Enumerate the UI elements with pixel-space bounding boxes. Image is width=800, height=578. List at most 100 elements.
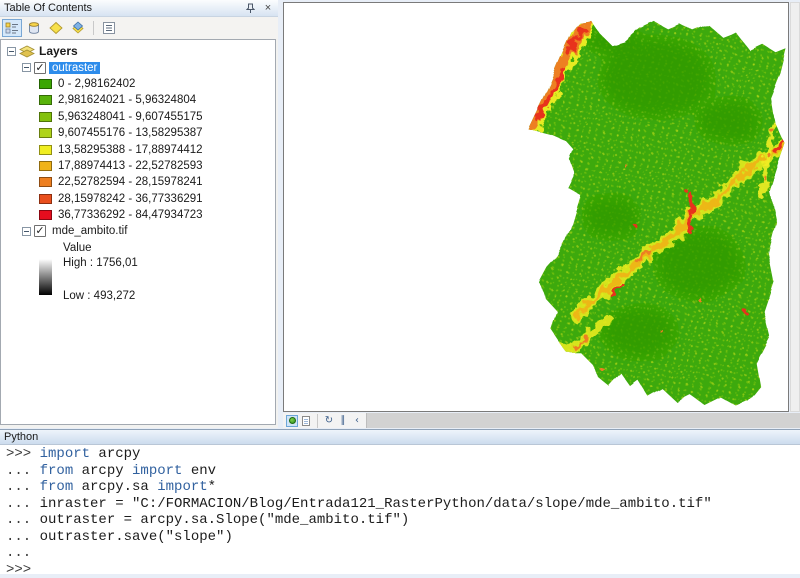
table-of-contents-panel: Table Of Contents × Layer <box>0 0 278 428</box>
outraster-layer-row[interactable]: ✓ outraster <box>1 59 275 75</box>
list-by-source-icon[interactable] <box>24 19 44 37</box>
python-code-line: ... outraster = arcpy.sa.Slope("mde_ambi… <box>6 512 800 529</box>
layers-group-row[interactable]: Layers <box>1 43 275 59</box>
ramp-high-label: High : 1756,01 <box>63 257 138 269</box>
class-range-label: 2,981624021 - 5,96324804 <box>58 94 196 106</box>
pause-drawing-icon[interactable]: ∥ <box>337 415 349 427</box>
legend-row[interactable]: 22,52782594 - 28,15978241 <box>1 174 275 190</box>
python-prompt: >>> <box>6 562 31 578</box>
page-icon <box>302 416 310 426</box>
code-token: outraster = arcpy.sa.Slope("mde_ambito.t… <box>40 512 410 528</box>
python-console[interactable]: >>> import arcpy... from arcpy import en… <box>0 445 800 574</box>
layout-view-button[interactable] <box>300 415 312 427</box>
python-prompt: ... <box>6 545 31 561</box>
map-view[interactable] <box>283 2 789 412</box>
class-range-label: 36,77336292 - 84,47934723 <box>58 209 203 221</box>
legend-row[interactable]: 0 - 2,98162402 <box>1 76 275 92</box>
class-color-swatch[interactable] <box>39 95 52 105</box>
class-range-label: 17,88974413 - 22,52782593 <box>58 160 203 172</box>
statusbar-separator <box>317 414 318 428</box>
list-by-drawing-order-icon[interactable] <box>2 19 22 37</box>
back-arrow-icon[interactable]: ‹ <box>351 415 363 427</box>
globe-icon <box>289 417 296 424</box>
python-prompt: ... <box>6 512 40 528</box>
python-code-line: ... from arcpy import env <box>6 463 800 480</box>
code-token: inraster = "C:/FORMACION/Blog/Entrada121… <box>40 496 712 512</box>
stretch-ramp-block: High : 1756,01 Low : 493,272 <box>1 256 275 302</box>
python-prompt: ... <box>6 496 40 512</box>
legend-row[interactable]: 28,15978242 - 36,77336291 <box>1 191 275 207</box>
python-code-line: >>> import arcpy <box>6 446 800 463</box>
class-color-swatch[interactable] <box>39 194 52 204</box>
code-token: from <box>40 479 74 495</box>
class-color-swatch[interactable] <box>39 145 52 155</box>
legend-row[interactable]: 13,58295388 - 17,88974412 <box>1 141 275 157</box>
python-code-line: ... <box>6 545 800 562</box>
legend-row[interactable]: 9,607455176 - 13,58295387 <box>1 125 275 141</box>
class-color-swatch[interactable] <box>39 210 52 220</box>
class-color-swatch[interactable] <box>39 177 52 187</box>
code-token: arcpy <box>73 463 132 479</box>
code-token: arcpy <box>90 446 140 462</box>
collapse-icon[interactable] <box>22 227 31 236</box>
class-range-label: 28,15978242 - 36,77336291 <box>58 193 203 205</box>
code-token: * <box>208 479 216 495</box>
map-vertical-scrollbar[interactable] <box>790 2 800 412</box>
legend-row[interactable]: 5,963248041 - 9,607455175 <box>1 109 275 125</box>
ramp-low-label: Low : 493,272 <box>63 290 135 302</box>
class-color-swatch[interactable] <box>39 161 52 171</box>
toc-titlebar[interactable]: Table Of Contents × <box>0 0 278 17</box>
legend-row[interactable]: 36,77336292 - 84,47934723 <box>1 207 275 223</box>
code-token: arcpy.sa <box>73 479 157 495</box>
code-token: import <box>132 463 182 479</box>
python-prompt: ... <box>6 463 40 479</box>
value-label-row: Value <box>1 240 275 256</box>
collapse-icon[interactable] <box>22 63 31 72</box>
python-title: Python <box>4 431 38 443</box>
options-icon[interactable] <box>99 19 119 37</box>
python-window: Python >>> import arcpy... from arcpy im… <box>0 429 800 574</box>
python-code-line: >>> <box>6 562 800 578</box>
class-range-label: 22,52782594 - 28,15978241 <box>58 176 203 188</box>
class-color-swatch[interactable] <box>39 112 52 122</box>
layers-group-icon <box>19 45 35 58</box>
python-prompt: ... <box>6 529 40 545</box>
class-range-label: 13,58295388 - 17,88974412 <box>58 144 203 156</box>
python-code-line: ... outraster.save("slope") <box>6 529 800 546</box>
list-by-visibility-icon[interactable] <box>46 19 66 37</box>
class-color-swatch[interactable] <box>39 128 52 138</box>
legend-row[interactable]: 2,981624021 - 5,96324804 <box>1 92 275 108</box>
toc-toolbar <box>0 17 278 39</box>
toc-title: Table Of Contents <box>4 2 92 14</box>
python-prompt: ... <box>6 479 40 495</box>
mde-layer-label[interactable]: mde_ambito.tif <box>49 225 130 237</box>
mde-checkbox[interactable]: ✓ <box>34 225 46 237</box>
value-label: Value <box>63 242 92 254</box>
outraster-layer-label[interactable]: outraster <box>49 62 100 74</box>
code-token: from <box>40 463 74 479</box>
code-token: import <box>157 479 207 495</box>
data-view-button[interactable] <box>286 415 298 427</box>
map-horizontal-scrollbar[interactable] <box>366 413 800 428</box>
python-titlebar[interactable]: Python <box>0 429 800 445</box>
grayscale-ramp <box>39 259 52 295</box>
refresh-icon[interactable]: ↻ <box>323 415 335 427</box>
close-icon[interactable]: × <box>261 1 275 15</box>
outraster-classes: 0 - 2,98162402 2,981624021 - 5,96324804 5,… <box>1 76 275 224</box>
python-code-line: ... inraster = "C:/FORMACION/Blog/Entrad… <box>6 496 800 513</box>
legend-row[interactable]: 17,88974413 - 22,52782593 <box>1 158 275 174</box>
outraster-checkbox[interactable]: ✓ <box>34 62 46 74</box>
toc-tree: Layers ✓ outraster 0 - 2,98162402 2,98162… <box>0 39 276 425</box>
class-range-label: 5,963248041 - 9,607455175 <box>58 111 203 123</box>
code-token: outraster.save("slope") <box>40 529 233 545</box>
toolbar-separator <box>93 21 94 35</box>
collapse-icon[interactable] <box>7 47 16 56</box>
python-code-line: ... from arcpy.sa import* <box>6 479 800 496</box>
pin-icon[interactable] <box>243 1 257 15</box>
class-color-swatch[interactable] <box>39 79 52 89</box>
mde-layer-row[interactable]: ✓ mde_ambito.tif <box>1 223 275 239</box>
list-by-selection-icon[interactable] <box>68 19 88 37</box>
code-token: import <box>40 446 90 462</box>
code-token: env <box>182 463 216 479</box>
class-range-label: 9,607455176 - 13,58295387 <box>58 127 203 139</box>
